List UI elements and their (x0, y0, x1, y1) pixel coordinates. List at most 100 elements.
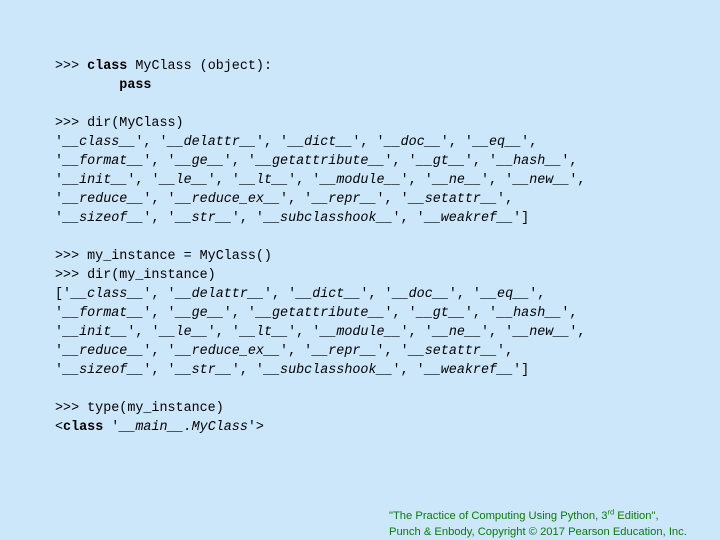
attribute-name: __ge__ (175, 154, 224, 169)
slide: >>> class MyClass (object): pass >>> dir(… (0, 0, 720, 540)
attribute-name: __eq__ (480, 287, 530, 302)
code-text: ', ' (480, 325, 514, 340)
code-text: ' (55, 325, 64, 340)
code-text: '] (513, 211, 530, 226)
code-text: ', ' (288, 325, 321, 340)
code-text: ' (55, 154, 64, 169)
code-text: MyClass (object): (127, 59, 272, 74)
attribute-name: __module__ (320, 173, 401, 188)
attribute-name: __doc__ (384, 135, 441, 150)
attribute-name: __le__ (159, 325, 208, 340)
code-text: '> (247, 420, 264, 435)
attribute-name: __str__ (175, 211, 232, 226)
code-line: '__init__', '__le__', '__lt__', '__modul… (55, 171, 585, 190)
attribute-name: __class__ (63, 135, 136, 150)
code-text: ', ' (223, 306, 256, 321)
code-text: ', ' (400, 173, 433, 188)
attribute-name: __module__ (320, 325, 401, 340)
code-text: ' (55, 363, 64, 378)
attribute-name: __setattr__ (408, 192, 498, 207)
code-text: ', ' (400, 325, 433, 340)
code-line: '__class__', '__delattr__', '__dict__', … (55, 133, 585, 152)
code-text: ', (561, 154, 578, 169)
code-line: '__format__', '__ge__', '__getattribute_… (55, 152, 585, 171)
attribute-name: __reduce__ (63, 344, 144, 359)
code-text: ' (55, 306, 64, 321)
code-text: ', ' (143, 287, 176, 302)
code-text: ', ' (352, 135, 385, 150)
code-text: ', (529, 287, 546, 302)
code-text: ', ' (143, 211, 176, 226)
code-text: ', (569, 325, 586, 340)
code-text: ', ' (392, 363, 425, 378)
keyword: pass (119, 78, 152, 93)
code-text: ', ' (135, 135, 168, 150)
attribute-name: __reduce_ex__ (175, 344, 281, 359)
attribute-name: __getattribute__ (255, 154, 385, 169)
code-text: ', (561, 306, 578, 321)
code-text: ', ' (207, 173, 240, 188)
code-text: ', (521, 135, 538, 150)
code-text: ', ' (384, 154, 417, 169)
python-shell-transcript: >>> class MyClass (object): pass >>> dir(… (55, 57, 585, 437)
code-text: >>> dir(MyClass) (55, 116, 184, 131)
attribute-name: __gt__ (416, 306, 465, 321)
code-line: >>> dir(MyClass) (55, 114, 585, 133)
code-text: '] (513, 363, 530, 378)
attribute-name: __gt__ (416, 154, 465, 169)
code-text: ', ' (127, 325, 160, 340)
attribute-name: __weakref__ (424, 363, 514, 378)
code-line: >>> class MyClass (object): (55, 57, 585, 76)
code-line: '__init__', '__le__', '__lt__', '__modul… (55, 323, 585, 342)
attribute-name: __dict__ (288, 135, 353, 150)
attribute-name: __setattr__ (408, 344, 498, 359)
code-text: ', ' (143, 363, 176, 378)
code-text: ', ' (440, 135, 473, 150)
attribute-name: __init__ (63, 173, 128, 188)
code-text: ', ' (127, 173, 160, 188)
attribute-name: __sizeof__ (63, 211, 144, 226)
code-text: ', ' (384, 306, 417, 321)
code-line: '__reduce__', '__reduce_ex__', '__repr__… (55, 190, 585, 209)
code-text: ', (569, 173, 586, 188)
code-text: ' (55, 211, 64, 226)
attribute-name: __new__ (513, 173, 570, 188)
attribute-name: __ge__ (175, 306, 224, 321)
code-text: ', ' (376, 344, 409, 359)
keyword: class (63, 420, 104, 435)
attribute-name: __lt__ (239, 173, 289, 188)
code-text: >>> type(my_instance) (55, 401, 224, 416)
code-text: ' (103, 420, 120, 435)
code-text: >>> (55, 59, 88, 74)
footer-book-title: "The Practice of Computing Using Python,… (389, 510, 608, 522)
code-text: ', ' (280, 344, 313, 359)
code-text: ', ' (464, 154, 498, 169)
footer-line-1: "The Practice of Computing Using Python,… (389, 508, 687, 524)
code-text: ', ' (143, 306, 176, 321)
keyword: class (87, 59, 128, 74)
code-text: ', ' (360, 287, 393, 302)
code-line: ['__class__', '__delattr__', '__dict__',… (55, 285, 585, 304)
code-line: <class '__main__.MyClass'> (55, 418, 585, 437)
code-line: '__format__', '__ge__', '__getattribute_… (55, 304, 585, 323)
attribute-name: __repr__ (312, 344, 377, 359)
code-text: ' (55, 344, 64, 359)
code-text: ', ' (207, 325, 240, 340)
code-text: ', ' (143, 192, 176, 207)
attribute-name: __getattribute__ (255, 306, 385, 321)
attribute-name: __main__.MyClass (119, 420, 248, 435)
code-line: >>> type(my_instance) (55, 399, 585, 418)
code-line: pass (55, 76, 585, 95)
code-text: [' (55, 287, 72, 302)
code-text: ', ' (143, 344, 176, 359)
code-text: >>> my_instance = MyClass() (55, 249, 272, 264)
code-line: >>> my_instance = MyClass() (55, 247, 585, 266)
attribute-name: __subclasshook__ (263, 363, 393, 378)
footer-edition: Edition", (614, 510, 659, 522)
code-text: ', ' (231, 363, 264, 378)
code-text: ', ' (392, 211, 425, 226)
attribute-name: __reduce__ (63, 192, 144, 207)
